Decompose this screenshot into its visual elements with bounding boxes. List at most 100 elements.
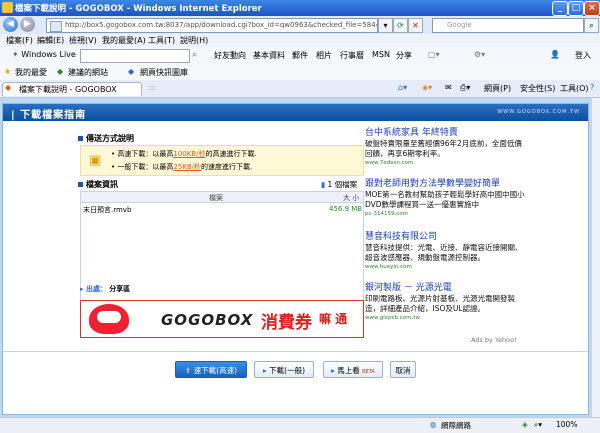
ad-banner[interactable]: GOGOBOX 消費券 嘛 通 — [80, 300, 364, 338]
ads-by-yahoo[interactable]: Ads by Yahoo! — [471, 336, 517, 344]
ad-body: 破盤特賣限量至舊經價96年2月底前，全面低價回饋，再享6期零利率。 — [365, 139, 522, 158]
watch-now-button[interactable]: ▸ 馬上看 BETA — [323, 361, 383, 378]
mail-icon[interactable]: ✉ — [445, 83, 452, 92]
ad-url[interactable]: pc-314159.com — [365, 211, 525, 217]
feeds-icon[interactable]: ◈▾ — [422, 83, 432, 92]
ad-title[interactable]: 跟對老師用對方法學數學變好簡單 — [365, 176, 525, 189]
maximize-button[interactable]: □ — [568, 1, 584, 16]
print-icon[interactable]: ⎙▾ — [460, 83, 470, 93]
protected-mode-icon[interactable]: ◈ — [522, 420, 528, 429]
web-slice-icon: ◆ — [128, 67, 135, 76]
destination-row: ▸ 出處： 分享區 — [80, 284, 362, 296]
ad-item[interactable]: 台中系統家具 年終特賣 破盤特賣限量至舊經價96年2月底前，全面低價回饋，再享6… — [365, 125, 525, 166]
arrow-icon: ▸ — [331, 366, 335, 375]
search-icon[interactable]: ⌕ — [584, 18, 599, 33]
page-icon — [50, 21, 62, 32]
menu-safety[interactable]: 安全性(S) — [520, 83, 555, 94]
menu-view[interactable]: 檢視(V) — [69, 35, 97, 46]
close-button[interactable]: × — [584, 1, 600, 16]
scrollbar[interactable] — [591, 98, 600, 417]
help-icon[interactable]: ? — [590, 83, 594, 92]
ad-body: 印刷電路板、光源片射基板、光源光電開發製造，詳細產品介紹，ISO及UL認證。 — [365, 294, 515, 313]
live-tools-icon[interactable]: ▢▾ — [428, 50, 440, 59]
normal-download-button[interactable]: ▸ 下載(一般) — [254, 361, 314, 378]
cancel-button[interactable]: 取消 — [390, 361, 416, 378]
destination-label: ▸ 出處： — [80, 285, 107, 293]
live-link-photos[interactable]: 相片 — [316, 50, 332, 61]
favorites-star-icon[interactable]: ★ — [4, 67, 11, 76]
col-file: 檔案 — [209, 194, 223, 202]
live-link-share[interactable]: 分享 — [396, 50, 412, 61]
menu-tab-tools[interactable]: 工具(O) — [560, 83, 589, 94]
forward-icon[interactable]: ▶ — [20, 17, 35, 32]
live-link-friends[interactable]: 好友動向 — [214, 50, 246, 61]
download-panel: | 下載檔案指南 WWW.GOGOBOX.COM.TW 傳送方式說明 ▣ • 高… — [2, 103, 589, 415]
ad-url[interactable]: www.7edesn.com — [365, 160, 525, 166]
back-icon[interactable]: ◀ — [3, 17, 18, 32]
new-tab-icon[interactable]: ▭ — [148, 83, 156, 92]
url-input[interactable]: http://box5.gogobox.com.tw:8037/app/down… — [46, 18, 378, 33]
menu-page[interactable]: 網頁(P) — [484, 83, 511, 94]
table-row: 末日預言.rmvb 456.9 MB — [81, 204, 363, 216]
banner-text-2: 嘛 通 — [319, 312, 348, 326]
ad-body: MOE第一名教材幫助孩子輕鬆學好高中國中國小DVD數學課程買一送一優惠實施中 — [365, 190, 525, 209]
menu-favorites[interactable]: 我的最愛(A) — [102, 35, 146, 46]
ad-url[interactable]: www.glxpcb.com.tw — [365, 315, 525, 321]
live-link-msn[interactable]: MSN — [372, 50, 390, 59]
destination-value: 分享區 — [109, 285, 131, 293]
status-bar: ◍ 網際網路 ◈ ⌕▾ 100% — [0, 417, 600, 433]
files-count: ▮ 1 個檔案 — [321, 180, 358, 189]
live-link-profile[interactable]: 基本資料 — [253, 50, 285, 61]
fast-download-icon: ⇪ — [184, 366, 192, 375]
divider — [3, 351, 588, 352]
ad-item[interactable]: 跟對老師用對方法學數學變好簡單 MOE第一名教材幫助孩子輕鬆學好高中國中國小DV… — [365, 176, 525, 217]
banner-text: 消費券 — [261, 313, 312, 333]
dropdown-icon[interactable]: ▾ — [378, 18, 393, 33]
ad-title[interactable]: 銀河製版 － 光源光電 — [365, 280, 525, 293]
search-input[interactable]: Google — [432, 18, 584, 33]
windows-live-icon: ✦ — [12, 50, 19, 59]
ad-title[interactable]: 慧音科技有限公司 — [365, 229, 525, 242]
menu-tools[interactable]: 工具(T) — [148, 35, 175, 46]
live-search-input[interactable] — [80, 49, 190, 63]
page-header-url: WWW.GOGOBOX.COM.TW — [497, 109, 580, 115]
window-title-bar: 檔案下載說明 - GOGOBOX - Windows Internet Expl… — [0, 0, 600, 16]
live-link-calendar[interactable]: 行事曆 — [340, 50, 364, 61]
live-search-icon[interactable]: ⌕ — [192, 50, 196, 60]
menu-edit[interactable]: 編輯(E) — [37, 35, 64, 46]
stop-icon[interactable]: ✕ — [408, 18, 423, 33]
zoom-icon[interactable]: ⌕▾ — [534, 420, 542, 430]
ad-body: 慧音科技提供：光電、近接、靜電容近接開關、超音波感應器、規動盤電源控制器。 — [365, 243, 523, 262]
ad-item[interactable]: 慧音科技有限公司 慧音科技提供：光電、近接、靜電容近接開關、超音波感應器、規動盤… — [365, 229, 525, 270]
ad-item[interactable]: 銀河製版 － 光源光電 印刷電路板、光源片射基板、光源光電開發製造，詳細產品介紹… — [365, 280, 525, 321]
suggested-sites-link[interactable]: 建議的網站 — [68, 67, 108, 78]
download-hint-icon: ▣ — [89, 153, 102, 168]
suggested-sites-icon: ◆ — [57, 67, 64, 76]
home-icon[interactable]: ⌂▾ — [398, 83, 407, 92]
ad-title[interactable]: 台中系統家具 年終特賣 — [365, 125, 525, 138]
col-size: 大 小 — [343, 194, 360, 202]
sign-in-link[interactable]: 登入 — [575, 50, 591, 61]
windows-live-toolbar: ✦ Windows Live ⌕ 好友動向 基本資料 郵件 相片 行事曆 MSN… — [0, 47, 600, 65]
page-title: | 下載檔案指南 — [11, 110, 87, 121]
minimize-button[interactable]: _ — [552, 1, 568, 16]
refresh-icon[interactable]: ⟳ — [393, 18, 408, 33]
favorites-bar: ★ 我的最愛 ◆ 建議的網站 ◆ 網頁快訊圖庫 — [0, 64, 600, 81]
tab-page-icon: ◆ — [5, 83, 12, 92]
web-slice-gallery-link[interactable]: 網頁快訊圖庫 — [140, 67, 188, 78]
live-settings-icon[interactable]: ⚙▾ — [474, 50, 485, 59]
fast-download-button[interactable]: ⇪ 速下載(高速) — [175, 361, 247, 378]
window-title: 檔案下載說明 - GOGOBOX - Windows Internet Expl… — [15, 4, 262, 14]
ad-url[interactable]: www.hueyin.com — [365, 264, 525, 270]
zoom-level[interactable]: 100% — [556, 420, 577, 429]
menu-help[interactable]: 說明(H) — [180, 35, 208, 46]
tab-current[interactable]: 檔案下載說明 - GOGOBOX — [2, 82, 142, 96]
ie-icon — [2, 2, 13, 13]
live-user-icon[interactable]: 👤 — [550, 50, 560, 59]
file-size: 456.9 MB — [329, 205, 363, 213]
internet-zone-icon: ◍ — [430, 420, 437, 429]
favorites-label[interactable]: 我的最愛 — [15, 67, 47, 78]
live-link-mail[interactable]: 郵件 — [292, 50, 308, 61]
menu-file[interactable]: 檔案(F) — [6, 35, 33, 46]
page-content: | 下載檔案指南 WWW.GOGOBOX.COM.TW 傳送方式說明 ▣ • 高… — [0, 98, 591, 417]
